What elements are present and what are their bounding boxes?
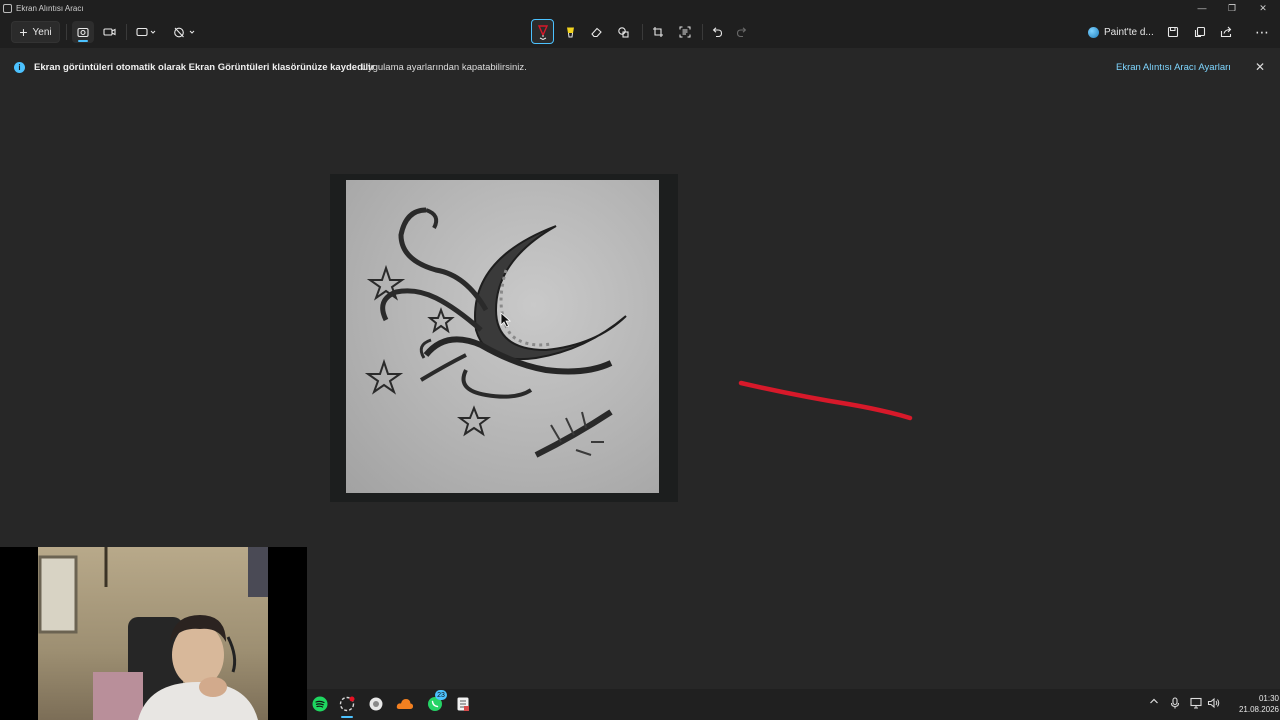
snip-shape-dropdown[interactable] [133, 21, 161, 43]
cloud-icon [396, 699, 414, 709]
info-bar: i Ekran görüntüleri otomatik olarak Ekra… [0, 56, 1280, 80]
microphone-icon [1170, 697, 1180, 709]
clock-date: 21.08.2026 [1238, 705, 1279, 714]
redo-icon [736, 27, 747, 38]
mouse-cursor-icon [500, 312, 512, 328]
settings-link[interactable]: Ekran Alıntısı Aracı Ayarları [1116, 62, 1231, 73]
save-icon [1167, 26, 1179, 38]
system-clock[interactable]: 01:30 21.08.2026 [1229, 693, 1279, 715]
crop-button[interactable] [647, 21, 669, 43]
video-camera-icon [102, 28, 116, 36]
active-indicator [78, 40, 88, 42]
microphone-tray[interactable] [1170, 697, 1180, 712]
webcam-feed [38, 547, 268, 720]
captured-image[interactable] [346, 180, 659, 493]
minimize-button[interactable]: — [1187, 0, 1217, 16]
spotify-icon [312, 696, 328, 712]
shapes-icon [617, 27, 629, 38]
text-scan-icon [679, 26, 691, 38]
eraser-icon [590, 27, 602, 38]
clock-time: 01:30 [1258, 694, 1279, 703]
share-button[interactable] [1215, 21, 1237, 43]
paint-icon [1088, 26, 1099, 38]
delay-timer-dropdown[interactable] [171, 21, 199, 43]
plus-icon: + [19, 24, 28, 40]
info-bold-text: Ekran görüntüleri otomatik olarak Ekran … [34, 62, 375, 73]
info-icon: i [14, 62, 25, 73]
eraser-button[interactable] [585, 21, 607, 43]
window-title: Ekran Alıntısı Aracı [16, 3, 84, 13]
capture-canvas[interactable] [330, 174, 678, 502]
camera-icon [77, 27, 89, 38]
more-options-button[interactable]: ⋯ [1251, 21, 1273, 43]
browser-icon [369, 697, 383, 711]
ballpoint-pen-button[interactable] [531, 19, 554, 44]
no-timer-icon [174, 27, 195, 38]
spotify-app-icon[interactable] [310, 694, 330, 714]
rectangle-snip-icon [136, 27, 156, 37]
snipping-tool-window: Ekran Alıntısı Aracı — ❐ ✕ + Yeni Paint'… [0, 0, 1280, 720]
highlighter-button[interactable] [559, 21, 581, 43]
notepad-app-icon[interactable] [453, 694, 473, 714]
undo-icon [712, 27, 723, 38]
paint-label: Paint'te d... [1104, 26, 1154, 38]
network-icon [1190, 697, 1202, 709]
title-bar: Ekran Alıntısı Aracı — ❐ ✕ [0, 0, 1280, 16]
cloud-app-icon[interactable] [395, 694, 415, 714]
snipping-tool-icon [339, 696, 355, 712]
undo-button[interactable] [706, 21, 728, 43]
separator [126, 24, 127, 40]
maximize-button[interactable]: ❐ [1217, 0, 1247, 16]
open-in-paint-button[interactable]: Paint'te d... [1088, 24, 1154, 40]
network-tray[interactable] [1190, 697, 1203, 712]
pen-icon [537, 24, 548, 40]
info-text: Uygulama ayarlarından kapatabilirsiniz. [361, 62, 527, 73]
volume-tray[interactable] [1207, 697, 1220, 712]
separator [702, 24, 703, 40]
pen-annotation-stroke [738, 380, 913, 421]
new-label: Yeni [32, 26, 52, 38]
whatsapp-app-icon[interactable]: 23 [425, 690, 447, 714]
save-button[interactable] [1162, 21, 1184, 43]
notepad-icon [457, 697, 469, 711]
speaker-icon [1207, 697, 1220, 709]
notification-badge: 23 [435, 690, 447, 700]
toolbar: + Yeni Paint'te d... ⋯ [0, 16, 1280, 48]
share-icon [1220, 26, 1232, 38]
crop-icon [653, 27, 663, 37]
separator [66, 24, 67, 40]
copy-icon [1194, 26, 1206, 38]
separator [642, 24, 643, 40]
webcam-overlay [0, 547, 307, 720]
chevron-up-icon [1150, 698, 1158, 704]
moon-drawing [364, 207, 627, 458]
copy-button[interactable] [1189, 21, 1211, 43]
snipping-tool-app-icon[interactable] [337, 694, 357, 718]
redo-button[interactable] [731, 21, 753, 43]
active-app-indicator [341, 716, 353, 718]
app-icon [3, 3, 12, 13]
show-hidden-icons-button[interactable] [1149, 697, 1159, 708]
new-snip-button[interactable]: + Yeni [11, 21, 60, 43]
screenshot-mode-button[interactable] [72, 21, 94, 43]
text-actions-button[interactable] [674, 21, 696, 43]
highlighter-icon [567, 27, 574, 37]
close-icon[interactable]: ✕ [1253, 59, 1267, 75]
shapes-button[interactable] [612, 21, 634, 43]
video-mode-button[interactable] [98, 21, 120, 43]
taskbar: 23 01:30 21.08.2026 [307, 689, 1280, 720]
close-button[interactable]: ✕ [1248, 0, 1278, 16]
browser-app-icon[interactable] [366, 694, 386, 714]
